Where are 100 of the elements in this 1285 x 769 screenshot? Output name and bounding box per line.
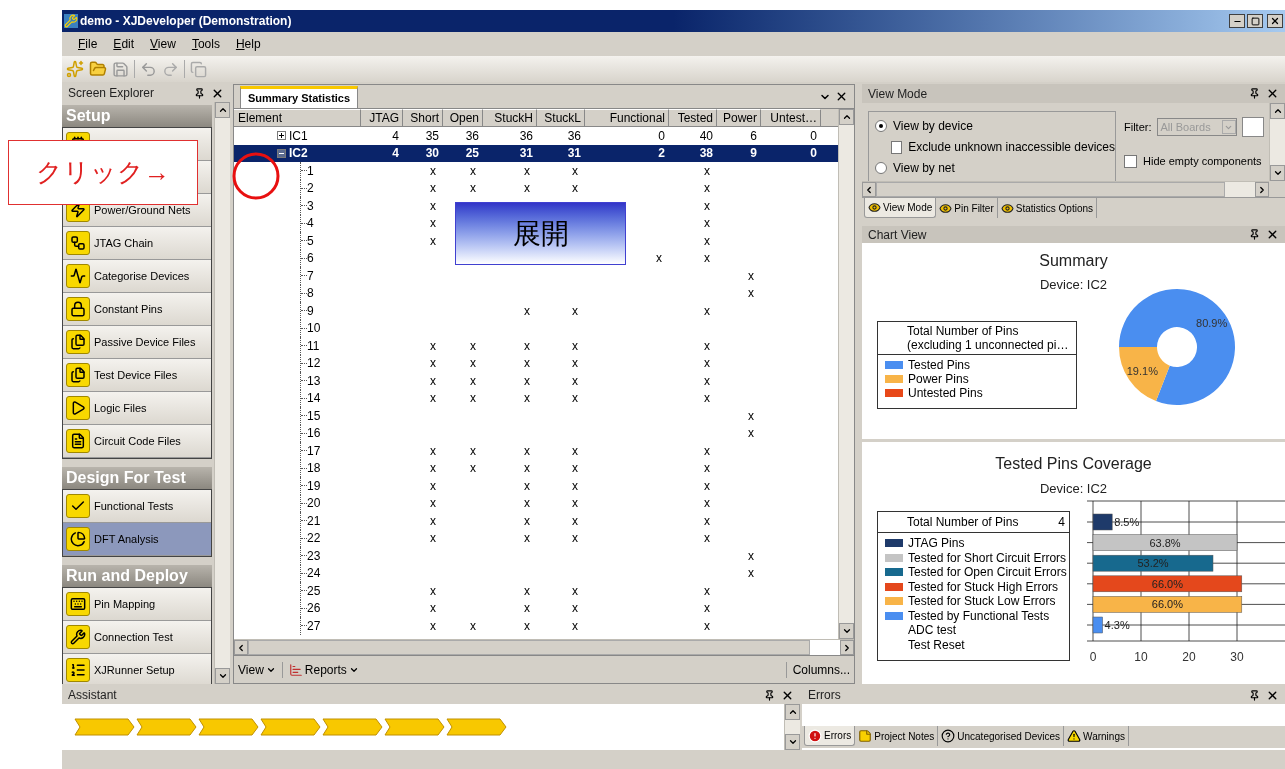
bar-value-label: 4.3% xyxy=(1104,618,1130,631)
mark-cell: x xyxy=(430,391,436,406)
minimize-button[interactable] xyxy=(1229,14,1245,28)
pin-number: 20 xyxy=(307,495,321,513)
sidebar-item[interactable]: Functional Tests xyxy=(63,490,211,523)
keyboard-icon xyxy=(66,592,90,616)
lock-icon xyxy=(66,297,90,321)
error-tab[interactable]: Errors xyxy=(804,726,856,746)
sidebar-item[interactable]: Circuit Code Files xyxy=(63,425,211,458)
error-tab[interactable]: Project Notes xyxy=(855,726,939,746)
column-header[interactable]: StuckH xyxy=(483,109,537,127)
mark-cell: x xyxy=(572,478,578,493)
check-icon xyxy=(66,494,90,518)
legend-swatch xyxy=(885,568,903,577)
document-tab[interactable]: Summary Statistics xyxy=(240,86,359,108)
column-header[interactable]: Functional xyxy=(585,109,669,127)
column-header[interactable]: Untest… xyxy=(761,109,821,127)
sidebar-item[interactable]: Constant Pins xyxy=(63,293,211,326)
device-name: IC1 xyxy=(289,127,308,145)
sidebar-item[interactable]: Passive Device Files xyxy=(63,326,211,359)
view-menu-button[interactable]: View xyxy=(238,660,276,679)
mark-cell: x xyxy=(524,601,530,616)
menu-item[interactable]: Edit xyxy=(107,35,141,53)
slice-label: 19.1% xyxy=(1126,364,1158,377)
pin-number: 24 xyxy=(307,565,321,583)
view-tab[interactable]: Statistics Options xyxy=(997,198,1097,218)
column-header[interactable]: Power xyxy=(717,109,761,127)
menu-item[interactable]: Tools xyxy=(185,35,226,53)
vertical-scrollbar[interactable] xyxy=(838,109,854,639)
view-tab[interactable]: Pin Filter xyxy=(936,198,998,218)
legend-title: Total Number of Pins xyxy=(907,514,1020,529)
sidebar-item[interactable]: XJRunner Setup xyxy=(63,654,211,684)
cell-value: 36 xyxy=(519,128,533,143)
error-tab[interactable]: Warnings xyxy=(1064,726,1129,746)
close-icon[interactable] xyxy=(1266,228,1279,241)
sidebar-item[interactable]: DFT Analysis xyxy=(63,523,211,556)
folder-icon[interactable] xyxy=(89,60,107,78)
axis-tick-label: 20 xyxy=(1182,649,1196,664)
pin-icon[interactable] xyxy=(1249,229,1260,240)
sidebar-item[interactable]: Test Device Files xyxy=(63,359,211,392)
mark-cell: x xyxy=(572,391,578,406)
column-header[interactable]: Element xyxy=(234,109,361,127)
sidebar-item[interactable]: Logic Files xyxy=(63,392,211,425)
pin-icon[interactable] xyxy=(194,87,205,99)
radio-button[interactable] xyxy=(875,162,887,174)
close-icon[interactable] xyxy=(1266,87,1279,100)
checkbox[interactable] xyxy=(891,140,903,154)
mark-cell: x xyxy=(430,338,436,353)
sidebar-item[interactable]: Categorise Devices xyxy=(63,260,211,293)
eye-icon xyxy=(939,201,953,215)
legend-label: Power Pins xyxy=(908,371,969,386)
files-icon xyxy=(66,363,90,387)
error-tab[interactable]: Uncategorised Devices xyxy=(938,726,1065,746)
pin-number: 5 xyxy=(307,232,314,250)
expand-icon[interactable] xyxy=(277,131,286,141)
pin-icon[interactable] xyxy=(1249,689,1260,701)
pin-icon[interactable] xyxy=(1249,88,1260,99)
close-icon[interactable] xyxy=(835,90,848,103)
cell-value: 40 xyxy=(699,128,713,143)
column-header[interactable]: JTAG xyxy=(361,109,403,127)
mark-cell: x xyxy=(572,513,578,528)
horizontal-scrollbar[interactable] xyxy=(862,181,1269,197)
nodes-icon xyxy=(66,231,90,255)
mark-cell: x xyxy=(572,531,578,546)
mark-cell: x xyxy=(704,531,710,546)
text-field[interactable] xyxy=(1241,117,1264,137)
legend-label: Tested by Functional Tests xyxy=(908,608,1050,623)
menu-item[interactable]: Help xyxy=(229,35,267,53)
vertical-scrollbar[interactable] xyxy=(784,704,800,750)
column-header[interactable]: Short xyxy=(403,109,443,127)
columns-button[interactable]: Columns... xyxy=(792,660,850,679)
mark-cell: x xyxy=(704,478,710,493)
checkbox[interactable] xyxy=(1124,154,1137,168)
collapse-icon[interactable] xyxy=(277,148,286,158)
column-header[interactable]: Tested xyxy=(669,109,717,127)
mark-cell: x xyxy=(430,513,436,528)
pin-number: 3 xyxy=(307,197,314,215)
radio-button[interactable] xyxy=(875,120,887,132)
menu-item[interactable]: View xyxy=(144,35,182,53)
mark-cell: x xyxy=(656,251,662,266)
document-icon xyxy=(66,429,90,453)
pin-icon[interactable] xyxy=(764,689,775,701)
legend-swatch xyxy=(885,597,903,606)
mark-cell: x xyxy=(572,583,578,598)
close-button[interactable] xyxy=(1267,14,1283,28)
table-row[interactable]: IC2 4 30 25 31 31 2 38 9 0 xyxy=(234,144,838,162)
horizontal-scrollbar[interactable] xyxy=(234,639,854,655)
vertical-scrollbar[interactable] xyxy=(214,102,230,684)
table-row[interactable]: IC1 4 35 36 36 36 0 40 6 0 xyxy=(234,127,838,145)
sidebar-item[interactable]: Pin Mapping xyxy=(63,588,211,621)
menu-item[interactable]: File xyxy=(72,35,104,53)
view-tab[interactable]: View Mode xyxy=(864,198,937,218)
reports-menu-button[interactable]: Reports xyxy=(288,660,359,679)
sidebar-item[interactable]: JTAG Chain xyxy=(63,227,211,260)
sidebar-item[interactable]: Connection Test xyxy=(63,621,211,654)
mark-cell: x xyxy=(572,338,578,353)
vertical-scrollbar[interactable] xyxy=(1269,103,1285,181)
column-header[interactable]: StuckL xyxy=(537,109,585,127)
column-header[interactable]: Open xyxy=(443,109,483,127)
maximize-button[interactable] xyxy=(1247,14,1263,28)
